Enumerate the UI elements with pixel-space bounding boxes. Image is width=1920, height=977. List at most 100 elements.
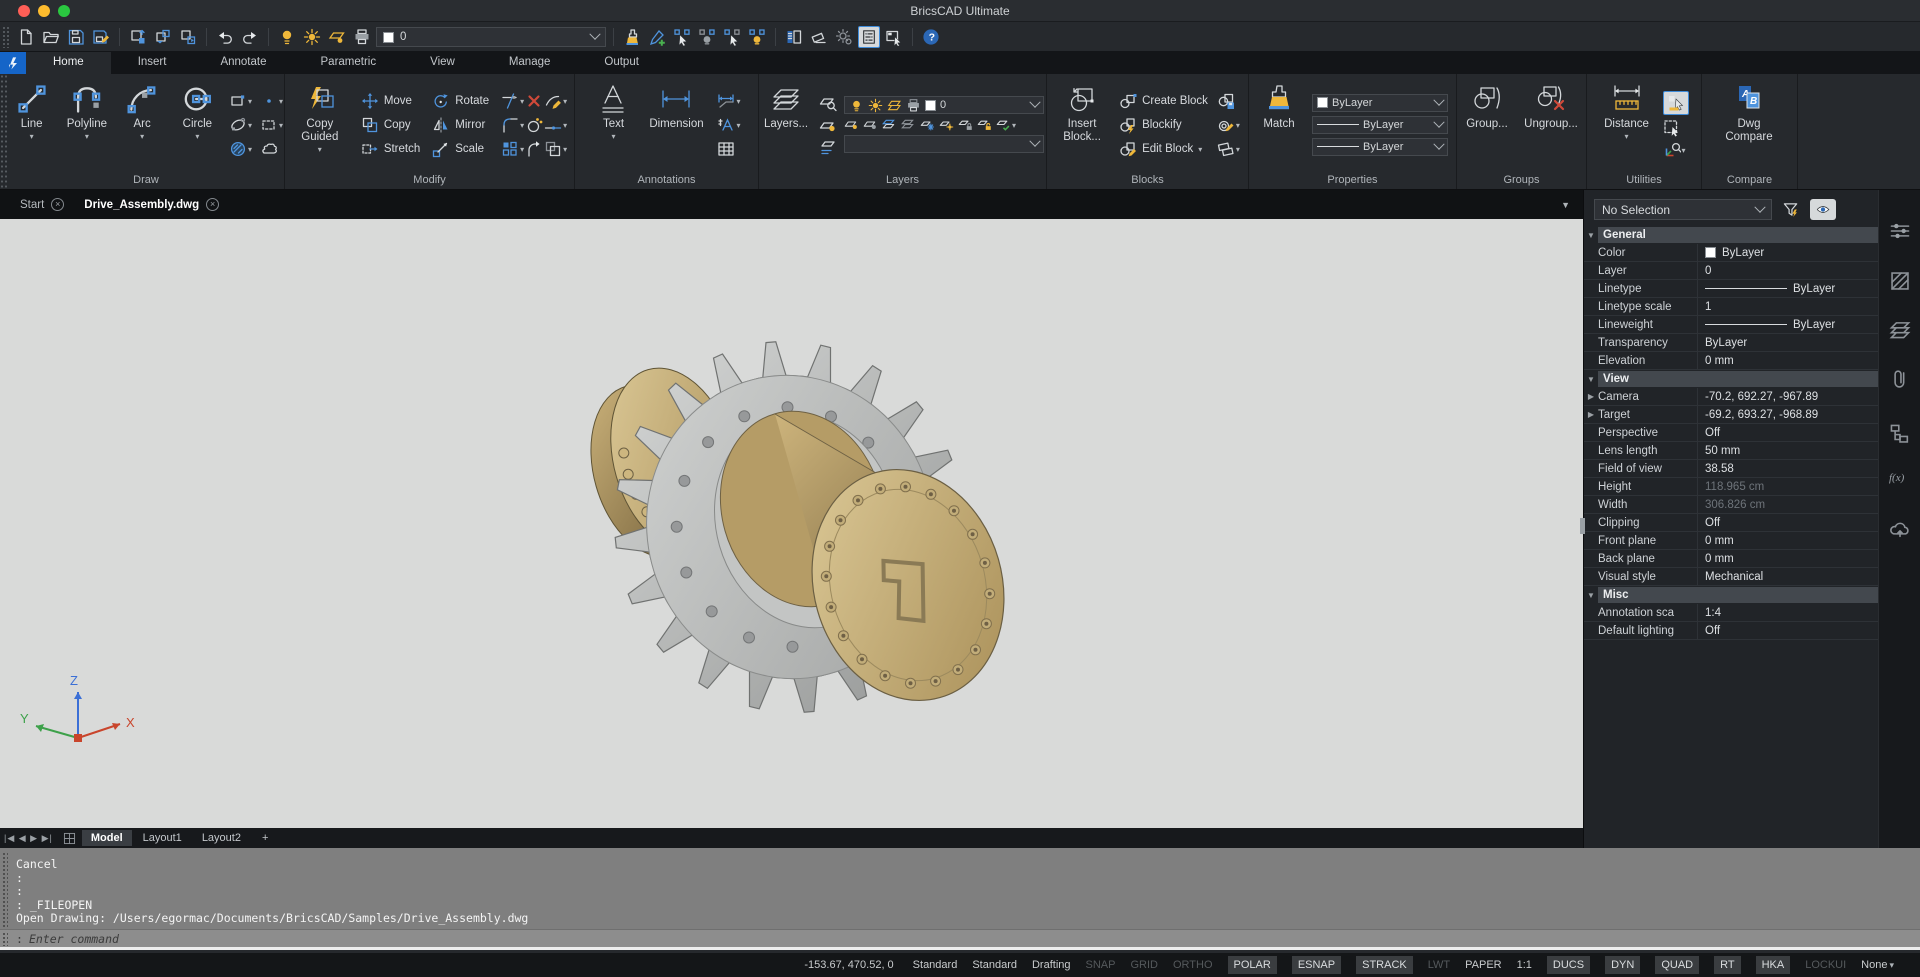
expand-icon[interactable]: ▶ xyxy=(1584,392,1598,401)
save-button[interactable] xyxy=(65,26,87,48)
redo-button[interactable] xyxy=(239,26,261,48)
paste-block-button[interactable] xyxy=(152,26,174,48)
quick-select-button[interactable] xyxy=(1663,91,1689,115)
open-button[interactable] xyxy=(40,26,62,48)
property-row[interactable]: LineweightByLayer xyxy=(1584,316,1878,334)
lineweight-combobox[interactable]: ByLayer xyxy=(1312,116,1448,134)
match-props-button[interactable] xyxy=(621,26,643,48)
group-button[interactable]: Group... xyxy=(1460,79,1514,170)
section-header-general[interactable]: ▼General xyxy=(1584,227,1878,243)
text-style-button[interactable]: ▾ xyxy=(717,116,740,134)
status-toggle-snap[interactable]: SNAP xyxy=(1086,959,1116,971)
layer-light-button[interactable] xyxy=(819,116,837,134)
select-visible-button[interactable] xyxy=(1810,199,1836,220)
select-off-button[interactable] xyxy=(696,26,718,48)
wipeout-button[interactable]: ▾ xyxy=(260,116,283,134)
layout-nav-buttons[interactable]: |◀ ◀ ▶ ▶| xyxy=(4,833,53,844)
section-header-view[interactable]: ▼View xyxy=(1584,371,1878,387)
ribbon-tab-insert[interactable]: Insert xyxy=(111,52,194,74)
layer-freeze-button[interactable] xyxy=(920,117,935,132)
property-row[interactable]: Width306.826 cm xyxy=(1584,496,1878,514)
ellipse-button[interactable]: ▾ xyxy=(229,116,252,134)
dwg-compare-button[interactable]: AB Dwg Compare xyxy=(1718,79,1780,170)
color-combobox[interactable]: ByLayer xyxy=(1312,94,1448,112)
explode-button[interactable]: ▾ xyxy=(544,140,567,158)
panels-button[interactable] xyxy=(783,26,805,48)
eraser-button[interactable] xyxy=(808,26,830,48)
viewport-canvas[interactable]: ZXY xyxy=(0,219,1583,828)
lengthen-button[interactable]: ▾ xyxy=(544,116,567,134)
panel-splitter-grip[interactable] xyxy=(1580,518,1585,534)
layer-off-button[interactable] xyxy=(863,117,878,132)
create-block-button[interactable]: Create Block xyxy=(1119,92,1208,110)
status-toggle-none[interactable]: None▾ xyxy=(1861,959,1894,971)
property-row[interactable]: ▶Camera-70.2, 692.27, -967.89 xyxy=(1584,388,1878,406)
layer-on-button[interactable] xyxy=(844,117,859,132)
close-icon[interactable]: × xyxy=(51,198,64,211)
layer-merge-button[interactable]: ▾ xyxy=(996,117,1016,132)
ribbon-toggle-button[interactable] xyxy=(858,26,880,48)
new-button[interactable] xyxy=(15,26,37,48)
match-properties-button[interactable]: Match xyxy=(1256,79,1302,170)
fillet-button[interactable]: ▾ xyxy=(501,116,524,134)
attributes-button[interactable]: ▾ xyxy=(1217,140,1240,158)
layer-lock-button[interactable] xyxy=(958,117,973,132)
status-toggle-strack[interactable]: STRACK xyxy=(1356,956,1413,974)
arc-button[interactable]: Arc▾ xyxy=(118,79,165,170)
print-button[interactable] xyxy=(351,26,373,48)
layers-explorer-button[interactable]: Layers... xyxy=(760,79,812,170)
status-toggle-grid[interactable]: GRID xyxy=(1130,959,1158,971)
break-button[interactable] xyxy=(525,116,543,134)
copy-button[interactable]: Copy xyxy=(361,116,420,134)
title-bar[interactable]: BricsCAD Ultimate xyxy=(0,0,1920,22)
trim-button[interactable]: ▾ xyxy=(501,92,524,110)
selection-combobox[interactable]: No Selection xyxy=(1594,199,1772,220)
layer-lights-button[interactable] xyxy=(326,26,348,48)
light-bulb-button[interactable] xyxy=(276,26,298,48)
command-input[interactable]: : Enter command xyxy=(0,929,1920,947)
layer-thaw-button[interactable] xyxy=(939,117,954,132)
layout-tab-layout2[interactable]: Layout2 xyxy=(193,830,250,846)
linetype-combobox[interactable]: ByLayer xyxy=(1312,138,1448,156)
layer-unisolate-button[interactable] xyxy=(901,117,916,132)
property-row[interactable]: Height118.965 cm xyxy=(1584,478,1878,496)
copy-guided-button[interactable]: Copy Guided▾ xyxy=(291,79,349,170)
mirror-button[interactable]: Mirror xyxy=(432,116,489,134)
property-row[interactable]: Default lightingOff xyxy=(1584,622,1878,640)
property-row[interactable]: Field of view38.58 xyxy=(1584,460,1878,478)
attribute-edit-button[interactable]: ▾ xyxy=(1217,116,1240,134)
property-row[interactable]: PerspectiveOff xyxy=(1584,424,1878,442)
status-toggle-standard[interactable]: Standard xyxy=(972,959,1017,971)
eyedropper-add-button[interactable] xyxy=(646,26,668,48)
status-toggle-1-1[interactable]: 1:1 xyxy=(1517,959,1532,971)
layer-isolate-button[interactable] xyxy=(882,117,897,132)
edit-block-button[interactable]: Edit Block▾ xyxy=(1119,140,1208,158)
table-button[interactable] xyxy=(717,140,740,158)
ribbon-tab-annotate[interactable]: Annotate xyxy=(193,52,293,74)
array-button[interactable]: ▾ xyxy=(501,140,524,158)
maximize-window-button[interactable] xyxy=(58,5,70,17)
property-row[interactable]: ClippingOff xyxy=(1584,514,1878,532)
insert-block-button[interactable]: Insert Block... xyxy=(1054,79,1110,170)
hatch-button[interactable]: ▾ xyxy=(229,140,252,158)
status-toggle-ortho[interactable]: ORTHO xyxy=(1173,959,1213,971)
text-button[interactable]: Text▾ xyxy=(591,79,635,170)
stretch-button[interactable]: Stretch xyxy=(361,140,420,158)
section-header-misc[interactable]: ▼Misc xyxy=(1584,587,1878,603)
status-toggle-hka[interactable]: HKA xyxy=(1756,956,1791,974)
ribbon-tab-parametric[interactable]: Parametric xyxy=(294,52,404,74)
property-row[interactable]: Back plane0 mm xyxy=(1584,550,1878,568)
ribbon-tab-output[interactable]: Output xyxy=(577,52,666,74)
circle-button[interactable]: Circle▾ xyxy=(174,79,221,170)
help-button[interactable]: ? xyxy=(920,26,942,48)
settings-button[interactable] xyxy=(833,26,855,48)
dimension-style-button[interactable]: ▾ xyxy=(717,92,740,110)
cloud-strip-icon[interactable] xyxy=(1889,518,1911,540)
close-icon[interactable]: × xyxy=(206,198,219,211)
line-button[interactable]: Line▾ xyxy=(8,79,55,170)
layout-grid-icon[interactable] xyxy=(63,832,76,845)
erase-button[interactable] xyxy=(525,92,543,110)
minimize-window-button[interactable] xyxy=(38,5,50,17)
app-logo-icon[interactable] xyxy=(0,52,26,74)
toolbar-drag-handle[interactable] xyxy=(2,26,10,48)
